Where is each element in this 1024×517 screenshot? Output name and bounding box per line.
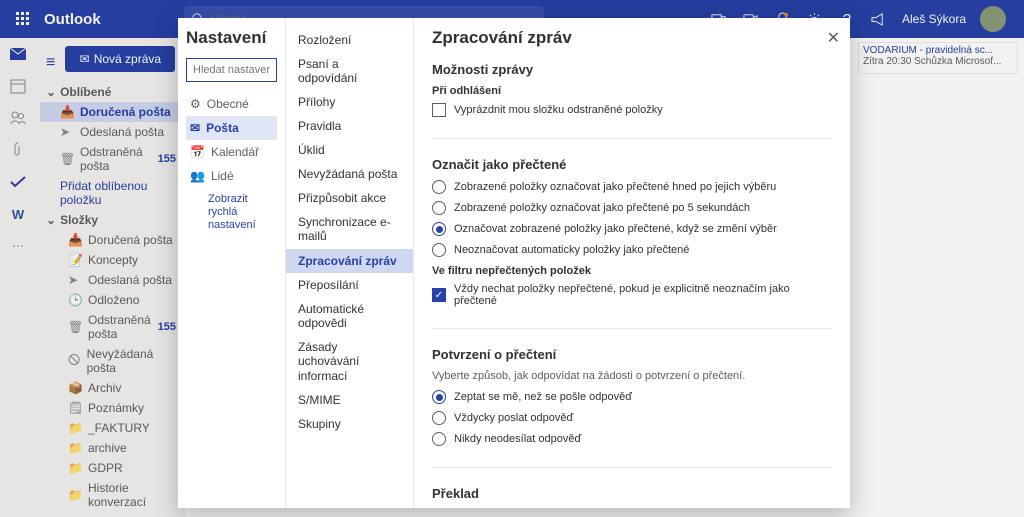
empty-deleted-checkbox[interactable]: Vyprázdnit mou složku odstraněné položky [432,103,832,117]
settings-subcategory[interactable]: Psaní a odpovídání [286,52,413,90]
people-icon: 👥 [190,169,205,183]
close-icon[interactable]: ✕ [827,28,840,48]
settings-category[interactable]: 👥Lidé [186,164,277,188]
mark-read-option[interactable]: Neoznačovat automaticky položky jako pře… [432,243,832,257]
pane-title: Zpracování zpráv [432,28,832,48]
read-receipt-option[interactable]: Vždycky poslat odpověď [432,411,832,425]
mark-read-option[interactable]: Označovat zobrazené položky jako přečten… [432,222,832,236]
settings-subcategory[interactable]: Úklid [286,138,413,162]
settings-subcategory[interactable]: Zásady uchovávání informací [286,335,413,388]
settings-subcategory[interactable]: Skupiny [286,412,413,436]
mail-icon: ✉ [190,121,200,135]
gear-icon: ⚙ [190,97,201,111]
section-head: Překlad [432,486,832,501]
mark-read-option[interactable]: Zobrazené položky označovat jako přečten… [432,180,832,194]
settings-search-input[interactable] [186,58,277,82]
quick-settings-link[interactable]: Zobrazit rychlá nastavení [186,188,277,238]
section-head: Potvrzení o přečtení [432,347,832,362]
settings-subcategory[interactable]: Nevyžádaná pošta [286,162,413,186]
settings-subcategory[interactable]: Rozložení [286,28,413,52]
section-head: Označit jako přečtené [432,157,832,172]
settings-category[interactable]: ✉Pošta [186,116,277,140]
read-receipt-option[interactable]: Nikdy neodesílat odpověď [432,432,832,446]
settings-subcategory[interactable]: Automatické odpovědi [286,297,413,335]
settings-category[interactable]: 📅Kalendář [186,140,277,164]
unread-filter-checkbox[interactable]: ✓Vždy nechat položky nepřečtené, pokud j… [432,283,832,307]
mark-read-option[interactable]: Zobrazené položky označovat jako přečten… [432,201,832,215]
settings-subcategory[interactable]: Přizpůsobit akce [286,186,413,210]
settings-category[interactable]: ⚙Obecné [186,92,277,116]
read-receipt-option[interactable]: Zeptat se mě, než se pošle odpověď [432,390,832,404]
settings-title: Nastavení [186,28,277,48]
settings-subcategory[interactable]: Přílohy [286,90,413,114]
section-subhead: Ve filtru nepřečtených položek [432,265,832,277]
settings-subcategory[interactable]: Zpracování zpráv [286,249,413,273]
settings-subcategory[interactable]: Pravidla [286,114,413,138]
calendar-icon: 📅 [190,145,205,159]
section-head: Možnosti zprávy [432,62,832,77]
settings-subcategory[interactable]: Synchronizace e-mailů [286,210,413,249]
settings-subcategory[interactable]: Přeposílání [286,273,413,297]
settings-subcategory[interactable]: S/MIME [286,388,413,412]
section-desc: Vyberte způsob, jak odpovídat na žádosti… [432,370,832,382]
settings-dialog: Nastavení ⚙Obecné✉Pošta📅Kalendář👥Lidé Zo… [178,18,850,508]
section-subhead: Při odhlášení [432,85,832,97]
